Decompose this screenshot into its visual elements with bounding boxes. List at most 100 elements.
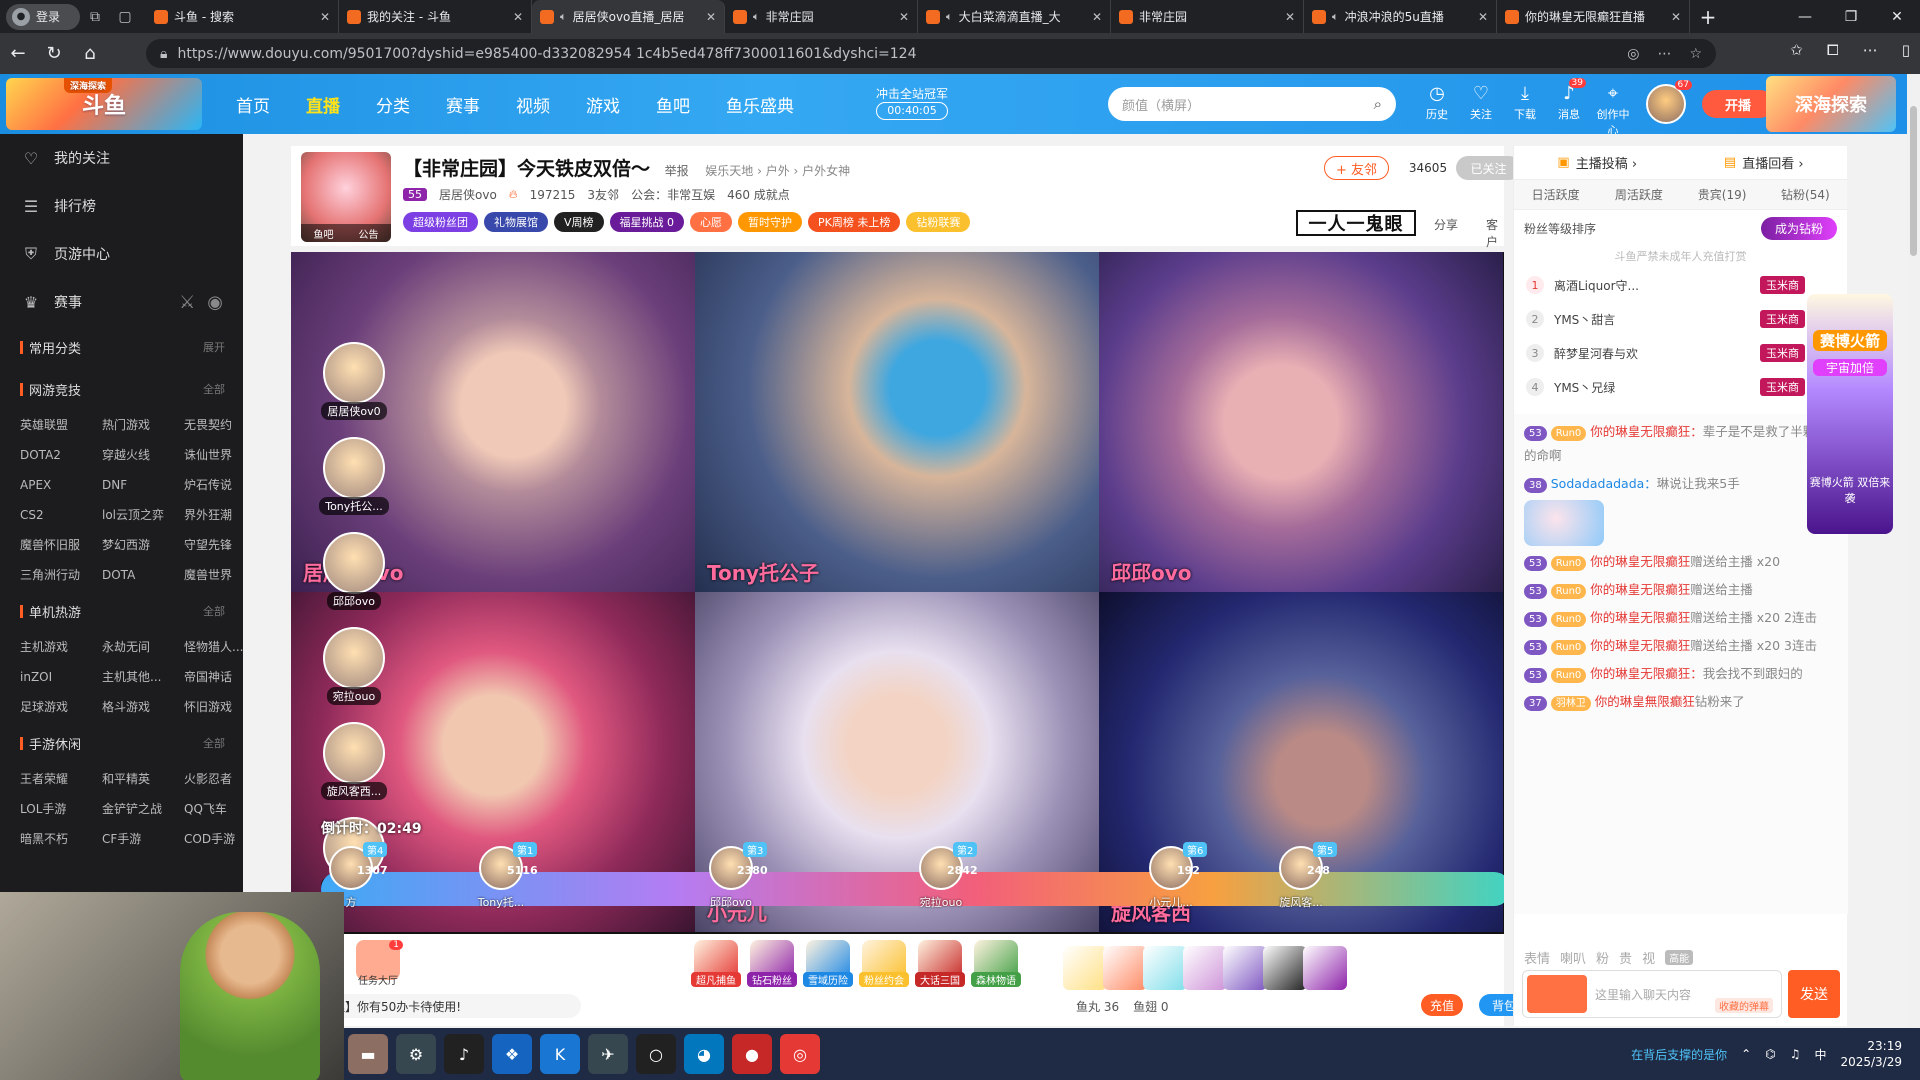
chat-tool[interactable]: 贵 [1619, 948, 1632, 967]
category-link[interactable]: 炉石传说 [184, 470, 243, 500]
category-link[interactable]: 怪物猎人... [184, 632, 243, 662]
sidebar-section-more[interactable]: 全部 [203, 735, 225, 751]
chat-input[interactable]: 这里输入聊天内容 收藏的弹幕 [1522, 970, 1782, 1018]
game-entry[interactable]: 超凡捕鱼 [691, 940, 741, 987]
url-field[interactable]: 🔒︎ https://www.douyu.com/9501700?dyshid=… [146, 39, 1716, 68]
gift-item-icon[interactable] [1143, 946, 1187, 990]
game-entry[interactable]: 雪域历险 [803, 940, 853, 987]
send-button[interactable]: 发送 [1788, 970, 1840, 1018]
clock[interactable]: 23:19 2025/3/29 [1840, 1038, 1902, 1070]
chat-tool[interactable]: 粉 [1596, 948, 1609, 967]
fish-bar-link[interactable]: 鱼吧 [314, 226, 334, 241]
sidebar-section-more[interactable]: 全部 [203, 603, 225, 619]
rank-tab[interactable]: 日活跃度 [1514, 180, 1597, 209]
replay-link[interactable]: ▤ 直播回看 › [1681, 146, 1848, 179]
header-tool[interactable]: ♪ 消息 39 [1550, 78, 1588, 138]
speaker-icon[interactable]: 🔈︎ [560, 10, 567, 24]
volume-icon[interactable]: ♫ [1790, 1047, 1801, 1061]
nav-item[interactable]: 鱼吧 [638, 74, 708, 134]
category-link[interactable]: 暗黑不朽 [20, 824, 102, 854]
game-entry[interactable]: 森林物语 [971, 940, 1021, 987]
user-avatar[interactable]: 67 [1646, 80, 1692, 124]
sidebar-section-header[interactable]: 手游休闲 全部 [0, 722, 243, 764]
category-link[interactable]: 无畏契约 [184, 410, 243, 440]
anchor-post-link[interactable]: ▣ 主播投稿 › [1514, 146, 1681, 179]
room-badge[interactable]: 福星挑战 0 [609, 212, 685, 232]
chat-nickname[interactable]: 你的琳皇無限癫狂 [1595, 694, 1695, 709]
category-link[interactable]: COD手游 [184, 824, 243, 854]
tab-actions-icon[interactable]: ▢ [110, 4, 140, 30]
browser-tab[interactable]: 非常庄园 ✕ [1111, 0, 1304, 33]
category-link[interactable]: 格斗游戏 [102, 692, 184, 722]
rank-tab[interactable]: 贵宾(19) [1681, 180, 1764, 209]
speaker-icon[interactable]: 🔈︎ [753, 10, 760, 24]
chat-tool[interactable]: 高能 [1665, 949, 1694, 965]
rank-row[interactable]: 1 离酒Liquor守... 玉米商 [1514, 268, 1847, 302]
sidebar-item[interactable]: ♛ 赛事 ⚔ ◉ [0, 278, 243, 326]
room-badge[interactable]: 超级粉丝团 [403, 212, 478, 232]
sidebar-common-header[interactable]: 常用分类 展开 [0, 326, 243, 368]
close-window-button[interactable]: ✕ [1874, 9, 1920, 25]
tab-close-icon[interactable]: ✕ [899, 10, 909, 24]
category-link[interactable]: CS2 [20, 500, 102, 530]
category-link[interactable]: 王者荣耀 [20, 764, 102, 794]
become-fan-button[interactable]: 成为钻粉 [1760, 216, 1837, 240]
extension-icon[interactable]: ⋯ [1657, 46, 1671, 62]
category-link[interactable]: QQ飞车 [184, 794, 243, 824]
gift-item-icon[interactable] [1063, 946, 1107, 990]
start-live-button[interactable]: 开播 [1702, 90, 1774, 118]
tray-overflow-icon[interactable]: ⌃ [1741, 1047, 1751, 1061]
speaker-icon[interactable]: 🔈︎ [946, 10, 953, 24]
nav-item[interactable]: 首页 [218, 74, 288, 134]
lol-icon[interactable]: ⚔ [179, 292, 195, 313]
minimize-button[interactable]: — [1782, 9, 1828, 25]
task-hall-button[interactable]: 任务大厅 1 [353, 940, 403, 987]
chat-tool[interactable]: 视 [1642, 948, 1655, 967]
category-link[interactable]: APEX [20, 470, 102, 500]
browser-tab[interactable]: 🔈︎ 冲浪冲浪的5u直播 ✕ [1304, 0, 1497, 33]
chat-nickname[interactable]: 你的琳皇无限癫狂： [1590, 424, 1703, 439]
dota-icon[interactable]: ◉ [207, 292, 223, 313]
pk-participant[interactable]: 第6 192 小元儿... [1111, 842, 1231, 910]
rank-tab[interactable]: 钻粉(54) [1764, 180, 1847, 209]
tab-close-icon[interactable]: ✕ [513, 10, 523, 24]
achievement-points[interactable]: 460 成就点 [727, 186, 790, 203]
event-banner[interactable]: 深海探索 [1766, 76, 1896, 132]
rank-row[interactable]: 4 YMS丶兄绿 玉米商 [1514, 370, 1847, 404]
category-link[interactable]: 魔兽世界 [184, 560, 243, 590]
share-button[interactable]: 分享 [1434, 216, 1458, 233]
category-link[interactable]: DOTA [102, 560, 184, 590]
rank-tab[interactable]: 周活跃度 [1597, 180, 1680, 209]
browser-tab[interactable]: 你的琳皇无限癫狂直播 ✕ [1497, 0, 1690, 33]
pk-participant[interactable]: 第3 2380 邱邱ovo [671, 842, 791, 910]
favorites-icon[interactable]: ✩ [1790, 41, 1803, 59]
tab-close-icon[interactable]: ✕ [1092, 10, 1102, 24]
tab-close-icon[interactable]: ✕ [1478, 10, 1488, 24]
nav-item[interactable]: 游戏 [568, 74, 638, 134]
anchor-name[interactable]: 居居侠ovo [439, 186, 497, 203]
steam-icon[interactable]: ⚙ [396, 1034, 436, 1074]
netease-music-icon[interactable]: ◎ [780, 1034, 820, 1074]
gift-item-icon[interactable] [1223, 946, 1267, 990]
room-badge[interactable]: 钻粉联赛 [906, 212, 971, 232]
app-icon-green[interactable]: ♪ [444, 1034, 484, 1074]
chat-tool[interactable]: 表情 [1524, 948, 1550, 967]
category-link[interactable]: DNF [102, 470, 184, 500]
tab-close-icon[interactable]: ✕ [320, 10, 330, 24]
app-icon-bird[interactable]: ✈ [588, 1034, 628, 1074]
app-icon-circle[interactable]: ○ [636, 1034, 676, 1074]
rank-row[interactable]: 3 醉梦星河春与欢 玉米商 [1514, 336, 1847, 370]
collections-icon[interactable]: ⧠ [1827, 41, 1839, 59]
recharge-button[interactable]: 充值 [1421, 994, 1463, 1016]
search-icon[interactable]: ⌕ [1374, 95, 1382, 113]
pk-participant[interactable]: 第1 5116 Tony托... [441, 842, 561, 910]
promo-countdown[interactable]: 冲击全站冠军 00:40:05 [866, 86, 958, 120]
fan-badge-picker[interactable] [1527, 975, 1587, 1013]
category-link[interactable]: 足球游戏 [20, 692, 102, 722]
gift-item-icon[interactable] [1183, 946, 1227, 990]
speaker-icon[interactable]: 🔈︎ [1332, 10, 1339, 24]
tab-close-icon[interactable]: ✕ [1671, 10, 1681, 24]
pk-participant[interactable]: 第5 248 旋风客... [1241, 842, 1361, 910]
category-link[interactable]: 热门游戏 [102, 410, 184, 440]
category-link[interactable]: 梦幻西游 [102, 530, 184, 560]
